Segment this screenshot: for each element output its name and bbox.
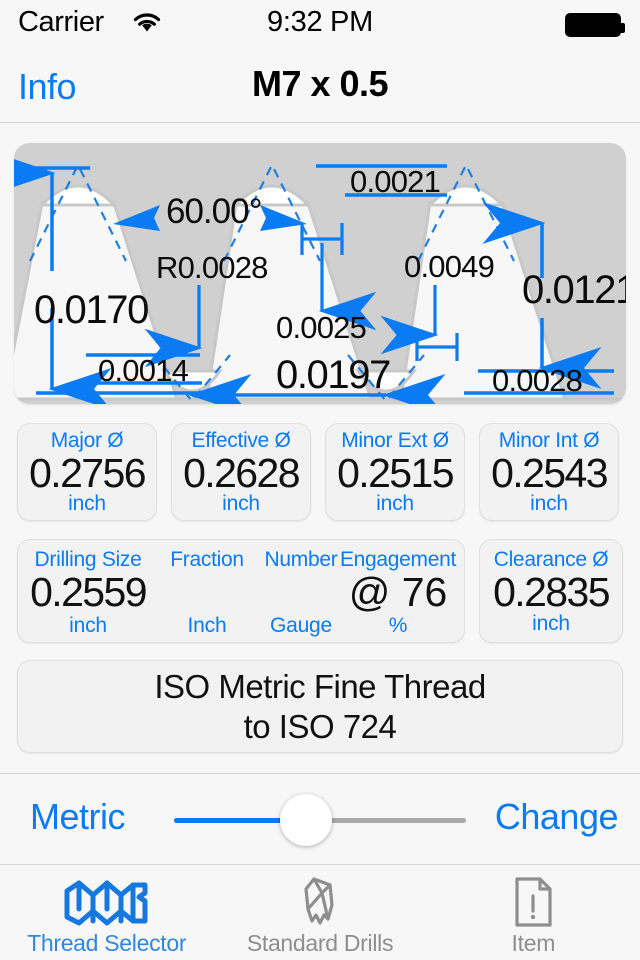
drill-bit-icon	[292, 874, 348, 932]
card-value: 0.2756	[29, 450, 146, 496]
description-line-1: ISO Metric Fine Thread	[154, 667, 486, 705]
description-line-2: to ISO 724	[243, 707, 397, 745]
app-root: Carrier 9:32 PM Info M7 x 0.5 0.0170 60.…	[0, 0, 640, 960]
metric-label[interactable]: Metric	[30, 796, 126, 838]
card-unit: inch	[68, 492, 106, 515]
dim-thread-height: 0.0170	[34, 288, 148, 332]
nav-bar: Info M7 x 0.5	[0, 50, 640, 123]
card-value: 0.2515	[337, 450, 454, 496]
status-time: 9:32 PM	[267, 6, 373, 38]
card-unit: inch	[530, 492, 568, 515]
tab-label: Thread Selector	[27, 930, 187, 956]
change-button[interactable]: Change	[495, 796, 619, 838]
dim-engagement-depth: 0.0121	[522, 268, 626, 312]
card-unit: %	[388, 614, 408, 637]
card-unit: inch	[222, 492, 260, 515]
card-value: 0.2559	[30, 569, 147, 615]
drilling-size-section[interactable]: Drilling Size 0.2559 inch	[18, 540, 158, 644]
tab-thread-selector[interactable]: Thread Selector	[0, 866, 213, 960]
screw-thread-icon	[59, 874, 155, 932]
measurement-card-clearance-diameter[interactable]: Clearance Ø 0.2835 inch	[479, 539, 623, 643]
thread-profile-svg: 0.0170 60.00° R0.0028 0.0014 0.0021 0.00…	[14, 152, 626, 404]
dim-minor-offset: 0.0028	[492, 363, 582, 398]
battery-icon	[565, 13, 625, 37]
engagement-section[interactable]: Engagement @ 76 %	[330, 540, 466, 644]
measurement-card-effective-diameter[interactable]: Effective Ø 0.2628 inch	[171, 423, 311, 521]
tab-standard-drills[interactable]: Standard Drills	[213, 866, 426, 960]
status-bar: Carrier 9:32 PM	[0, 0, 640, 50]
dim-crest-flat: 0.0025	[276, 310, 366, 345]
dim-thread-angle: 60.00°	[166, 192, 262, 231]
dim-root-radius: R0.0028	[156, 250, 268, 285]
thread-profile-diagram[interactable]: 0.0170 60.00° R0.0028 0.0014 0.0021 0.00…	[14, 143, 626, 404]
measurement-card-major-diameter[interactable]: Major Ø 0.2756 inch	[17, 423, 157, 521]
measurement-card-minor-int-diameter[interactable]: Minor Int Ø 0.2543 inch	[479, 423, 619, 521]
tab-item[interactable]: Item	[427, 866, 640, 960]
card-unit: inch	[532, 612, 570, 635]
card-unit: inch	[69, 614, 107, 637]
tab-bar: Thread Selector Standard Drills Item	[0, 866, 640, 960]
dim-root-flat: 0.0014	[98, 353, 189, 388]
measurement-card-minor-ext-diameter[interactable]: Minor Ext Ø 0.2515 inch	[325, 423, 465, 521]
unit-slider-row: Metric Change	[0, 773, 640, 865]
tab-label: Item	[511, 930, 556, 956]
page-title: M7 x 0.5	[251, 63, 389, 104]
dim-pitch: 0.0197	[276, 353, 390, 397]
dim-crest-truncation: 0.0021	[350, 164, 440, 199]
tab-label: Standard Drills	[246, 930, 394, 956]
dim-root-truncation: 0.0049	[404, 249, 494, 284]
unit-slider[interactable]	[174, 794, 466, 846]
card-value: @ 76	[348, 569, 448, 615]
card-unit: inch	[376, 492, 414, 515]
card-value: 0.2835	[493, 569, 610, 615]
card-value: 0.2628	[183, 450, 300, 496]
document-info-icon	[508, 874, 558, 932]
card-value: 0.2543	[491, 450, 608, 496]
slider-thumb[interactable]	[280, 794, 332, 846]
drilling-size-card[interactable]: Drilling Size 0.2559 inch Fraction Inch …	[17, 539, 465, 643]
thread-standard-description[interactable]: ISO Metric Fine Thread to ISO 724	[17, 660, 623, 753]
